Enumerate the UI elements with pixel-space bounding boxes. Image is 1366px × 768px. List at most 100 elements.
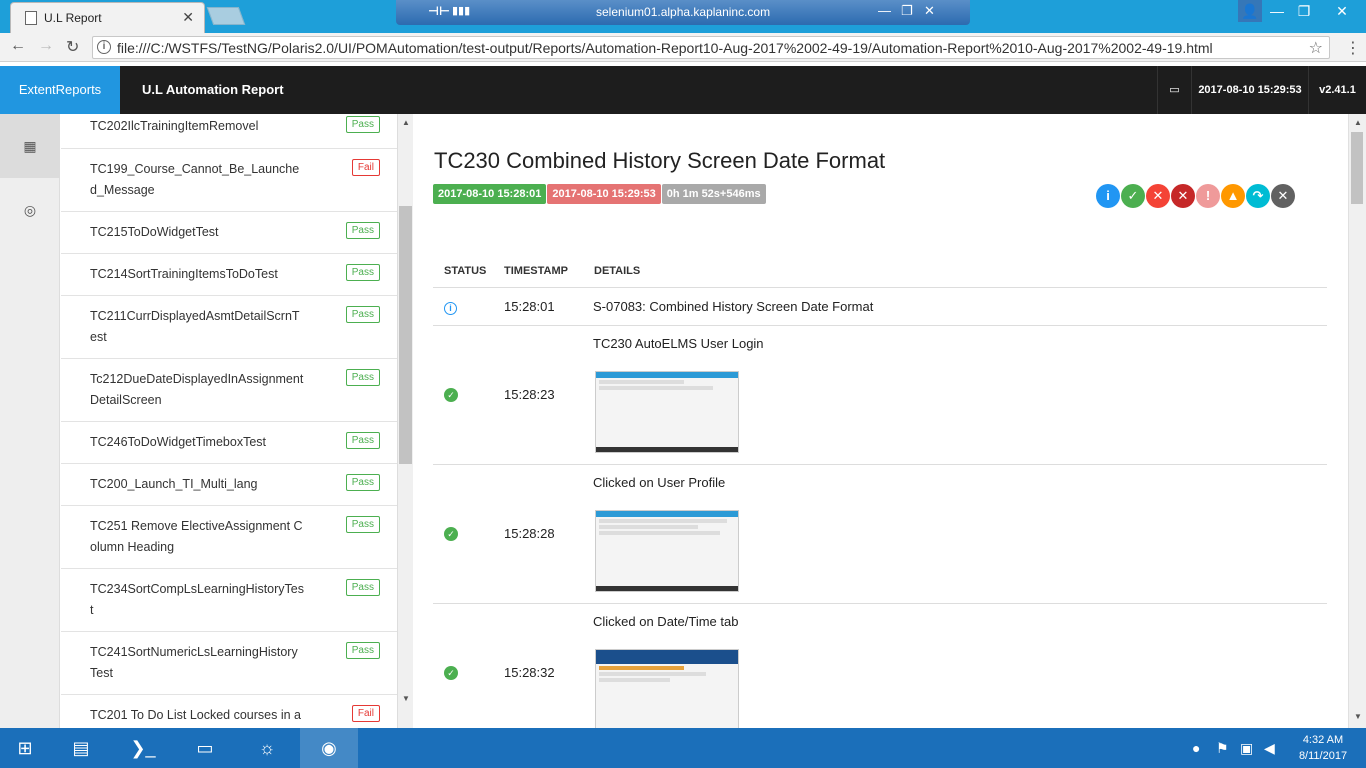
test-list-item[interactable]: TC202IlcTrainingItemRemovel Pass: [61, 114, 397, 149]
dashboard-grid-icon[interactable]: ▦: [0, 114, 60, 178]
test-list-item[interactable]: TC201 To Do List Locked courses in a Fail: [61, 695, 397, 728]
skip-filter-icon[interactable]: ↷: [1246, 184, 1270, 208]
status-badge: Pass: [345, 306, 380, 323]
status-badge: Pass: [345, 264, 380, 281]
back-icon[interactable]: ←: [10, 37, 26, 55]
category-radar-icon[interactable]: ◎: [0, 178, 60, 242]
clock-date: 8/11/2017: [1298, 750, 1348, 762]
info-filter-icon[interactable]: i: [1096, 184, 1120, 208]
fatal-filter-icon[interactable]: ✕: [1171, 184, 1195, 208]
timestamp-column-header: TIMESTAMP: [504, 265, 568, 277]
scroll-down-icon[interactable]: ▼: [398, 694, 414, 703]
powershell-icon[interactable]: ❯_: [114, 728, 172, 768]
screenshot-thumbnail[interactable]: [595, 371, 739, 453]
test-name: TC234SortCompLsLearningHistoryTest: [90, 582, 304, 617]
report-header: ExtentReports U.L Automation Report ▭ 20…: [0, 66, 1366, 114]
info-icon[interactable]: i: [97, 40, 111, 54]
info-status-icon: i: [444, 299, 457, 315]
test-list-item[interactable]: TC211CurrDisplayedAsmtDetailScrnTest Pass: [61, 296, 397, 359]
signal-icon: ▮▮▮: [452, 5, 471, 17]
windows-taskbar: ⊞ ▤ ❯_ ▭ ☼ ◉ ● ⚑ ▣ ◀ 4:32 AM 8/11/2017: [0, 728, 1366, 768]
antivirus-tray-icon[interactable]: ●: [1192, 740, 1200, 756]
browser-toolbar: ← → ↻ i file:///C:/WSTFS/TestNG/Polaris2…: [0, 33, 1366, 62]
status-badge: Pass: [345, 579, 380, 596]
log-time: 15:28:23: [504, 387, 555, 402]
url-text[interactable]: file:///C:/WSTFS/TestNG/Polaris2.0/UI/PO…: [117, 40, 1213, 56]
time-chips: 2017-08-10 15:28:01 2017-08-10 15:29:53 0h…: [433, 184, 767, 204]
monitor-icon[interactable]: ▭: [1157, 66, 1191, 114]
status-badge: Fail: [351, 705, 380, 722]
start-windows-icon[interactable]: ⊞: [0, 728, 50, 768]
log-time: 15:28:32: [504, 665, 555, 680]
brand-logo[interactable]: ExtentReports: [0, 66, 120, 114]
test-list-item[interactable]: TC234SortCompLsLearningHistoryTest Pass: [61, 569, 397, 632]
pass-filter-icon[interactable]: ✓: [1121, 184, 1145, 208]
volume-tray-icon[interactable]: ◀: [1264, 740, 1275, 757]
scroll-thumb[interactable]: [399, 206, 412, 464]
log-row: i 15:28:01 S-07083: Combined History Scr…: [433, 288, 1327, 326]
error-filter-icon[interactable]: !: [1196, 184, 1220, 208]
test-name: TC211CurrDisplayedAsmtDetailScrnTest: [90, 309, 300, 344]
test-name: TC199_Course_Cannot_Be_Launched_Message: [90, 162, 300, 197]
log-time: 15:28:28: [504, 526, 555, 541]
remote-host-title: selenium01.alpha.kaplaninc.com: [596, 5, 771, 19]
rdp-restore-icon[interactable]: ❐: [901, 3, 913, 19]
forward-icon[interactable]: →: [38, 37, 54, 55]
window-maximize-icon[interactable]: ❐: [1290, 0, 1318, 22]
status-badge: Pass: [345, 516, 380, 533]
pass-status-icon: ✓: [444, 386, 458, 402]
log-table: STATUS TIMESTAMP DETAILS i 15:28:01 S-07…: [433, 258, 1327, 728]
flag-tray-icon[interactable]: ⚑: [1216, 740, 1229, 757]
warning-filter-icon[interactable]: ▲: [1221, 184, 1245, 208]
test-list-item[interactable]: TC251 Remove ElectiveAssignment Column H…: [61, 506, 397, 569]
browser-tab-strip: U.L Report ✕ ⊣⊢ ▮▮▮ selenium01.alpha.kap…: [0, 0, 1366, 33]
screenshot-thumbnail[interactable]: [595, 649, 739, 728]
system-clock[interactable]: 4:32 AM 8/11/2017: [1294, 732, 1352, 764]
chrome-icon[interactable]: ◉: [300, 728, 358, 768]
file-explorer-icon[interactable]: ▭: [176, 728, 234, 768]
scroll-thumb[interactable]: [1351, 132, 1363, 204]
clock-time: 4:32 AM: [1302, 734, 1344, 746]
new-tab-button[interactable]: [206, 7, 246, 25]
test-list-item[interactable]: TC214SortTrainingItemsToDoTest Pass: [61, 254, 397, 296]
browser-tab-active[interactable]: U.L Report ✕: [10, 2, 205, 33]
page-icon: [25, 11, 37, 25]
fail-filter-icon[interactable]: ✕: [1146, 184, 1170, 208]
server-manager-icon[interactable]: ▤: [52, 728, 110, 768]
test-name: TC201 To Do List Locked courses in a: [90, 708, 301, 722]
test-list-item[interactable]: TC200_Launch_TI_Multi_lang Pass: [61, 464, 397, 506]
test-name: TC202IlcTrainingItemRemovel: [90, 119, 259, 133]
network-tray-icon[interactable]: ▣: [1240, 740, 1253, 757]
pass-status-icon: ✓: [444, 525, 458, 541]
tab-close-icon[interactable]: ✕: [182, 9, 194, 26]
clear-filter-icon[interactable]: ✕: [1271, 184, 1295, 208]
pin-icon[interactable]: ⊣⊢: [428, 4, 450, 18]
address-bar[interactable]: i file:///C:/WSTFS/TestNG/Polaris2.0/UI/…: [92, 36, 1330, 59]
test-list-item[interactable]: TC241SortNumericLsLearningHistoryTest Pas…: [61, 632, 397, 695]
status-badge: Fail: [351, 159, 380, 176]
test-list-item[interactable]: TC215ToDoWidgetTest Pass: [61, 212, 397, 254]
details-column-header: DETAILS: [594, 265, 641, 277]
test-list-item[interactable]: TC199_Course_Cannot_Be_Launched_Message F…: [61, 149, 397, 212]
eclipse-ide-icon[interactable]: ☼: [238, 728, 296, 768]
screenshot-thumbnail[interactable]: [595, 510, 739, 592]
rdp-minimize-icon[interactable]: —: [878, 3, 891, 18]
scroll-up-icon[interactable]: ▲: [1349, 118, 1366, 127]
log-row: ✓ 15:28:32 Clicked on Date/Time tab: [433, 604, 1327, 728]
browser-menu-icon[interactable]: ⋮: [1345, 38, 1361, 58]
rdp-close-icon[interactable]: ✕: [924, 3, 935, 19]
log-row: ✓ 15:28:28 Clicked on User Profile: [433, 465, 1327, 604]
test-name: TC241SortNumericLsLearningHistoryTest: [90, 645, 298, 680]
window-minimize-icon[interactable]: —: [1264, 0, 1290, 22]
report-title: U.L Automation Report: [142, 82, 284, 97]
test-list-item[interactable]: Tc212DueDateDisplayedInAssignmentDetailS…: [61, 359, 397, 422]
reload-icon[interactable]: ↻: [66, 37, 79, 57]
user-icon[interactable]: 👤: [1238, 0, 1262, 22]
test-list-item[interactable]: TC246ToDoWidgetTimeboxTest Pass: [61, 422, 397, 464]
bookmark-star-icon[interactable]: ☆: [1309, 38, 1323, 58]
scroll-down-icon[interactable]: ▼: [1349, 712, 1366, 721]
detail-scrollbar[interactable]: ▲ ▼: [1348, 114, 1366, 728]
test-list-scrollbar[interactable]: ▲ ▼: [397, 114, 413, 728]
window-close-icon[interactable]: ✕: [1318, 0, 1366, 22]
scroll-up-icon[interactable]: ▲: [398, 118, 414, 127]
